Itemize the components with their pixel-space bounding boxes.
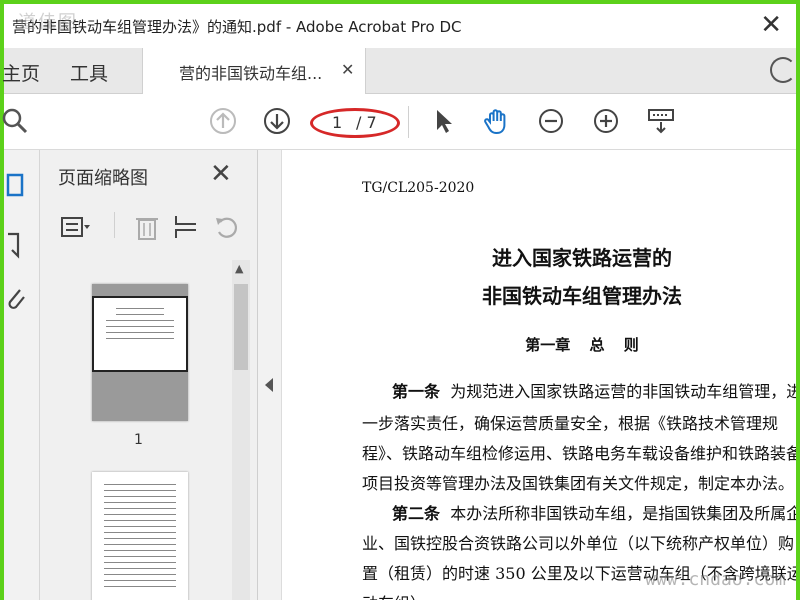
scrollbar-thumb[interactable] bbox=[234, 284, 248, 370]
panel-close-button[interactable]: ✕ bbox=[210, 159, 232, 189]
watermark-bottom-right: www.cndao.com bbox=[645, 569, 786, 590]
page-current-input[interactable]: 1 bbox=[332, 113, 342, 132]
title-bar: 营的非国铁动车组管理办法》的通知.pdf - Adobe Acrobat Pro… bbox=[4, 4, 796, 48]
tab-bar: 主页 工具 营的非国铁动车组... ✕ bbox=[2, 48, 796, 94]
left-navigation-rail bbox=[4, 150, 40, 600]
text-line: 一步落实责任，确保运营质量安全，根据《铁路技术管理规 bbox=[362, 414, 779, 433]
text-line: 程》、铁路动车组检修运用、铁路电务车载设备维护和铁路装备 bbox=[362, 444, 796, 463]
document-view[interactable]: TG/CL205-2020 进入国家铁路运营的 非国铁动车组管理办法 第一章 总… bbox=[282, 150, 796, 600]
help-icon[interactable] bbox=[770, 57, 796, 83]
text-line: 第二条 本办法所称非国铁动车组，是指国铁集团及所属企 bbox=[392, 504, 796, 523]
bookmark-icon[interactable] bbox=[4, 228, 38, 262]
keyboard-icon[interactable] bbox=[644, 104, 678, 138]
page-total-label: / 7 bbox=[356, 113, 377, 132]
window-close-button[interactable]: ✕ bbox=[760, 10, 782, 40]
document-id: TG/CL205-2020 bbox=[362, 180, 475, 196]
toolbar-divider bbox=[408, 106, 409, 138]
panel-title: 页面缩略图 bbox=[58, 168, 148, 189]
thumbnail-list: 1 bbox=[40, 260, 258, 600]
delete-page-icon[interactable] bbox=[130, 210, 164, 244]
document-title-line2: 非国铁动车组管理办法 bbox=[482, 284, 682, 308]
document-title-line1: 进入国家铁路运营的 bbox=[492, 246, 672, 270]
prev-page-icon[interactable] bbox=[206, 104, 240, 138]
thumbnail-page-number: 1 bbox=[134, 432, 143, 448]
panel-toolbar bbox=[40, 206, 258, 246]
select-arrow-icon[interactable] bbox=[426, 104, 460, 138]
tab-home[interactable]: 主页 bbox=[2, 59, 40, 86]
tab-close-button[interactable]: ✕ bbox=[341, 60, 354, 79]
search-icon[interactable] bbox=[0, 104, 32, 138]
page-thumbnails-icon[interactable] bbox=[4, 168, 38, 202]
thumbnail-scrollbar[interactable]: ▲ bbox=[232, 260, 250, 600]
panel-divider bbox=[114, 212, 115, 238]
extract-page-icon[interactable] bbox=[170, 210, 204, 244]
page-highlight-oval bbox=[310, 108, 400, 138]
page-thumbnails-panel: 页面缩略图 ✕ 1 ▲ bbox=[40, 150, 258, 600]
collapse-arrow-icon[interactable] bbox=[265, 378, 273, 392]
chapter-heading: 第一章 总 则 bbox=[525, 336, 639, 354]
page-indicator[interactable]: 1 / 7 bbox=[310, 108, 400, 138]
text-line: 动车组）。 bbox=[362, 590, 434, 600]
window-title: 营的非国铁动车组管理办法》的通知.pdf - Adobe Acrobat Pro… bbox=[12, 17, 462, 36]
text-line: 项目投资等管理办法及国铁集团有关文件规定，制定本办法。 bbox=[362, 474, 795, 493]
hand-tool-icon[interactable] bbox=[480, 104, 514, 138]
zoom-in-icon[interactable] bbox=[589, 104, 623, 138]
tab-document-label: 营的非国铁动车组... bbox=[179, 64, 323, 83]
scroll-up-arrow-icon[interactable]: ▲ bbox=[235, 262, 243, 275]
watermark-top-left: 道佳图 bbox=[18, 12, 78, 33]
tab-tools[interactable]: 工具 bbox=[70, 59, 108, 86]
visible-area-frame bbox=[92, 296, 188, 372]
text-line: 第一条 为规范进入国家铁路运营的非国铁动车组管理，进 bbox=[392, 382, 796, 401]
zoom-out-icon[interactable] bbox=[534, 104, 568, 138]
next-page-icon[interactable] bbox=[260, 104, 294, 138]
thumbnail-options-icon[interactable] bbox=[58, 210, 92, 244]
main-toolbar: 1 / 7 bbox=[2, 94, 796, 150]
panel-collapse-handle[interactable] bbox=[258, 150, 282, 600]
tab-document[interactable]: 营的非国铁动车组... ✕ bbox=[142, 48, 366, 94]
attachment-icon[interactable] bbox=[4, 282, 38, 316]
page-thumbnail-2[interactable] bbox=[92, 472, 188, 600]
page-thumbnail-1[interactable] bbox=[92, 284, 188, 421]
text-line: 业、国铁控股合资铁路公司以外单位（以下统称产权单位）购 bbox=[362, 534, 795, 553]
rotate-page-icon[interactable] bbox=[210, 210, 244, 244]
